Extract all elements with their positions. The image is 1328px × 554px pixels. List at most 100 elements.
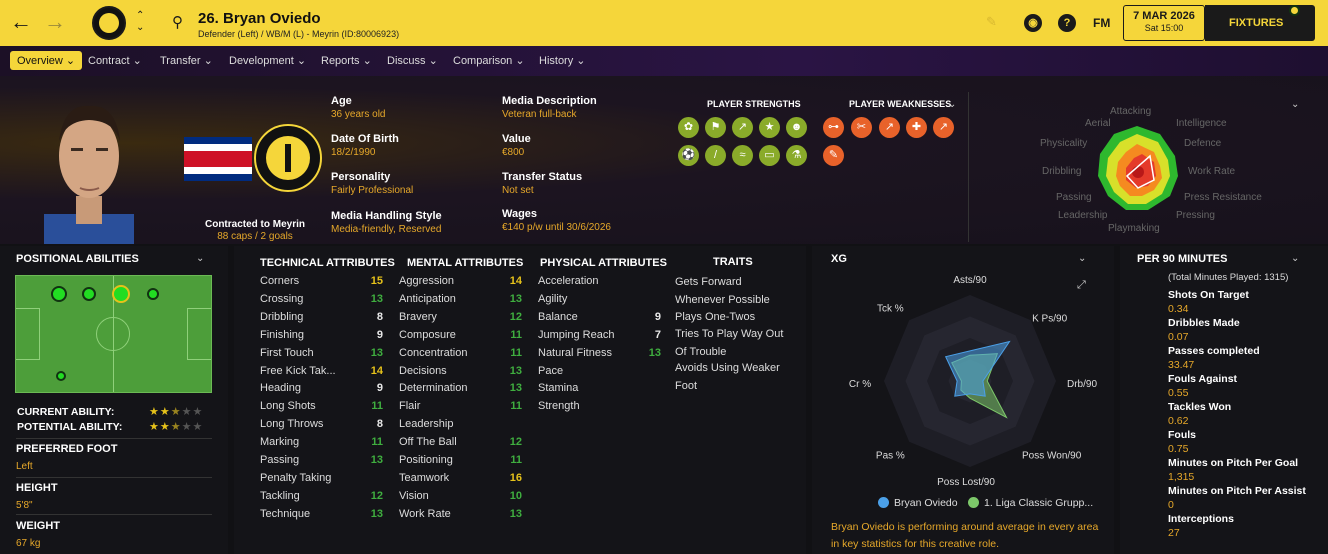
tab-contract[interactable]: Contract ⌄: [88, 54, 142, 67]
back-arrow-icon[interactable]: ←: [10, 10, 32, 34]
tab-reports[interactable]: Reports ⌄: [321, 54, 372, 67]
globe-icon[interactable]: ◉: [1024, 14, 1042, 32]
tab-transfer[interactable]: Transfer ⌄: [160, 54, 213, 67]
star-icon[interactable]: ★: [759, 117, 780, 138]
per90-label: Minutes on Pitch Per Goal: [1168, 457, 1299, 469]
attribute-value: 8: [376, 418, 383, 431]
dumbbell-icon[interactable]: ⊶: [823, 117, 844, 138]
fixtures-button[interactable]: FIXTURES: [1205, 5, 1315, 41]
tab-overview[interactable]: Overview ⌄: [10, 51, 83, 70]
medical-icon[interactable]: ✚: [906, 117, 927, 138]
per90-value: 0.62: [1168, 415, 1189, 427]
attribute-name: Bravery: [399, 310, 437, 323]
per90-value: 33.47: [1168, 359, 1195, 371]
media-style-info: Media Handling Style Media-friendly, Rese…: [331, 210, 442, 235]
tab-discuss[interactable]: Discuss ⌄: [387, 54, 438, 67]
chevron-down-icon[interactable]: ⌄: [196, 253, 204, 264]
per90-label: Fouls Against: [1168, 373, 1238, 385]
technical-title: TECHNICAL ATTRIBUTES: [260, 257, 395, 269]
per90-label: Tackles Won: [1168, 401, 1232, 413]
attribute-name: Finishing: [260, 328, 305, 341]
attribute-value: 13: [509, 382, 522, 395]
team-player-icon[interactable]: ✿: [678, 117, 699, 138]
attribute-value: 9: [654, 310, 661, 323]
attribute-value: 9: [376, 328, 383, 341]
per90-value: 0.34: [1168, 303, 1189, 315]
position-dot: [56, 371, 66, 381]
scissors-icon[interactable]: ✂: [851, 117, 872, 138]
per90-label: Fouls: [1168, 429, 1196, 441]
value-info: Value €800: [502, 133, 531, 158]
svg-text:Playmaking: Playmaking: [1108, 223, 1160, 234]
attribute-value: 11: [510, 454, 522, 466]
attribute-name: Marking: [260, 436, 300, 449]
tab-development[interactable]: Development ⌄: [229, 54, 306, 67]
attribute-name: Composure: [399, 328, 456, 341]
attribute-value: 8: [376, 310, 383, 323]
attribute-value: 11: [371, 400, 383, 413]
attribute-name: Heading: [260, 382, 301, 395]
forward-arrow-icon[interactable]: →: [44, 10, 66, 34]
chevron-down-icon[interactable]: ⌄: [1291, 99, 1299, 110]
tackle-icon[interactable]: ≈: [732, 145, 753, 166]
attribute-name: Vision: [399, 489, 429, 502]
legend-league-swatch: [968, 497, 979, 508]
chevron-down-icon[interactable]: ⌄: [948, 99, 956, 110]
trait-item: Plays One-Twos: [675, 311, 756, 323]
attribute-name: Flair: [399, 400, 421, 413]
attribute-value: 13: [370, 292, 383, 305]
edit-icon[interactable]: ✎: [986, 14, 997, 30]
attribute-name: Positioning: [399, 454, 453, 466]
notes-icon[interactable]: ✎: [823, 145, 844, 166]
per90-label: Shots On Target: [1168, 289, 1249, 301]
svg-text:Leadership: Leadership: [1058, 210, 1108, 221]
radar-axis-label: Tck %: [877, 303, 904, 314]
search-icon[interactable]: ⚲: [172, 13, 183, 31]
age-info: Age 36 years old: [331, 95, 386, 120]
attribute-name: Passing: [260, 454, 300, 466]
tab-history[interactable]: History ⌄: [539, 54, 586, 67]
ball-icon[interactable]: ⚽: [678, 145, 699, 166]
svg-text:Press Resistance: Press Resistance: [1184, 192, 1262, 203]
svg-text:Dribbling: Dribbling: [1042, 166, 1081, 177]
per90-title: PER 90 MINUTES: [1137, 253, 1228, 265]
pitch-icon[interactable]: ▭: [759, 145, 780, 166]
svg-text:Attacking: Attacking: [1110, 106, 1151, 117]
flag-icon[interactable]: ⚑: [705, 117, 726, 138]
current-ability-stars: ★★★★★: [149, 406, 204, 418]
potential-ability-stars: ★★★★★: [149, 421, 204, 433]
boot-icon[interactable]: /: [705, 145, 726, 166]
help-icon[interactable]: ?: [1058, 14, 1076, 32]
svg-text:Work Rate: Work Rate: [1188, 166, 1235, 177]
per90-label: Interceptions: [1168, 513, 1234, 525]
attribute-name: Natural Fitness: [538, 346, 612, 359]
xg-radar-chart: Asts/90 K Ps/90 Drb/90 Poss Won/90 Poss Lost…: [849, 275, 1098, 488]
attribute-name: Pace: [538, 364, 564, 377]
attribute-name: Off The Ball: [399, 436, 457, 449]
attribute-name: Concentration: [399, 346, 468, 359]
meyrin-crest-icon[interactable]: [254, 124, 322, 192]
club-switch-icon[interactable]: ⌃ ⌄: [136, 10, 144, 34]
transfer-status-info: Transfer Status Not set: [502, 171, 583, 196]
attribute-name: Anticipation: [399, 292, 456, 305]
dribble-icon[interactable]: ↗: [879, 117, 900, 138]
attribute-name: Dribbling: [260, 310, 304, 323]
chevron-down-icon[interactable]: ⌄: [1291, 253, 1299, 264]
radar-axis-label: Poss Won/90: [1022, 451, 1082, 462]
tab-comparison[interactable]: Comparison ⌄: [453, 54, 525, 67]
fm-menu[interactable]: FM: [1093, 16, 1110, 30]
date-display: 7 MAR 2026 Sat 15:00: [1123, 5, 1205, 41]
per90-total: (Total Minutes Played: 1315): [1168, 272, 1289, 283]
physical-title: PHYSICAL ATTRIBUTES: [540, 257, 667, 269]
attribute-name: Agility: [538, 292, 568, 305]
radar-axis-label: Pas %: [876, 451, 905, 462]
per90-value: 0: [1168, 499, 1174, 511]
attribute-value: 11: [371, 436, 383, 449]
club-crest-icon[interactable]: [92, 6, 126, 40]
head-icon[interactable]: ☻: [786, 117, 807, 138]
potential-ability-label: POTENTIAL ABILITY:: [17, 421, 123, 433]
flask-icon[interactable]: ⚗: [786, 145, 807, 166]
shot-icon[interactable]: ↗: [933, 117, 954, 138]
chevron-down-icon[interactable]: ⌄: [1078, 253, 1086, 264]
cross-icon[interactable]: ↗: [732, 117, 753, 138]
